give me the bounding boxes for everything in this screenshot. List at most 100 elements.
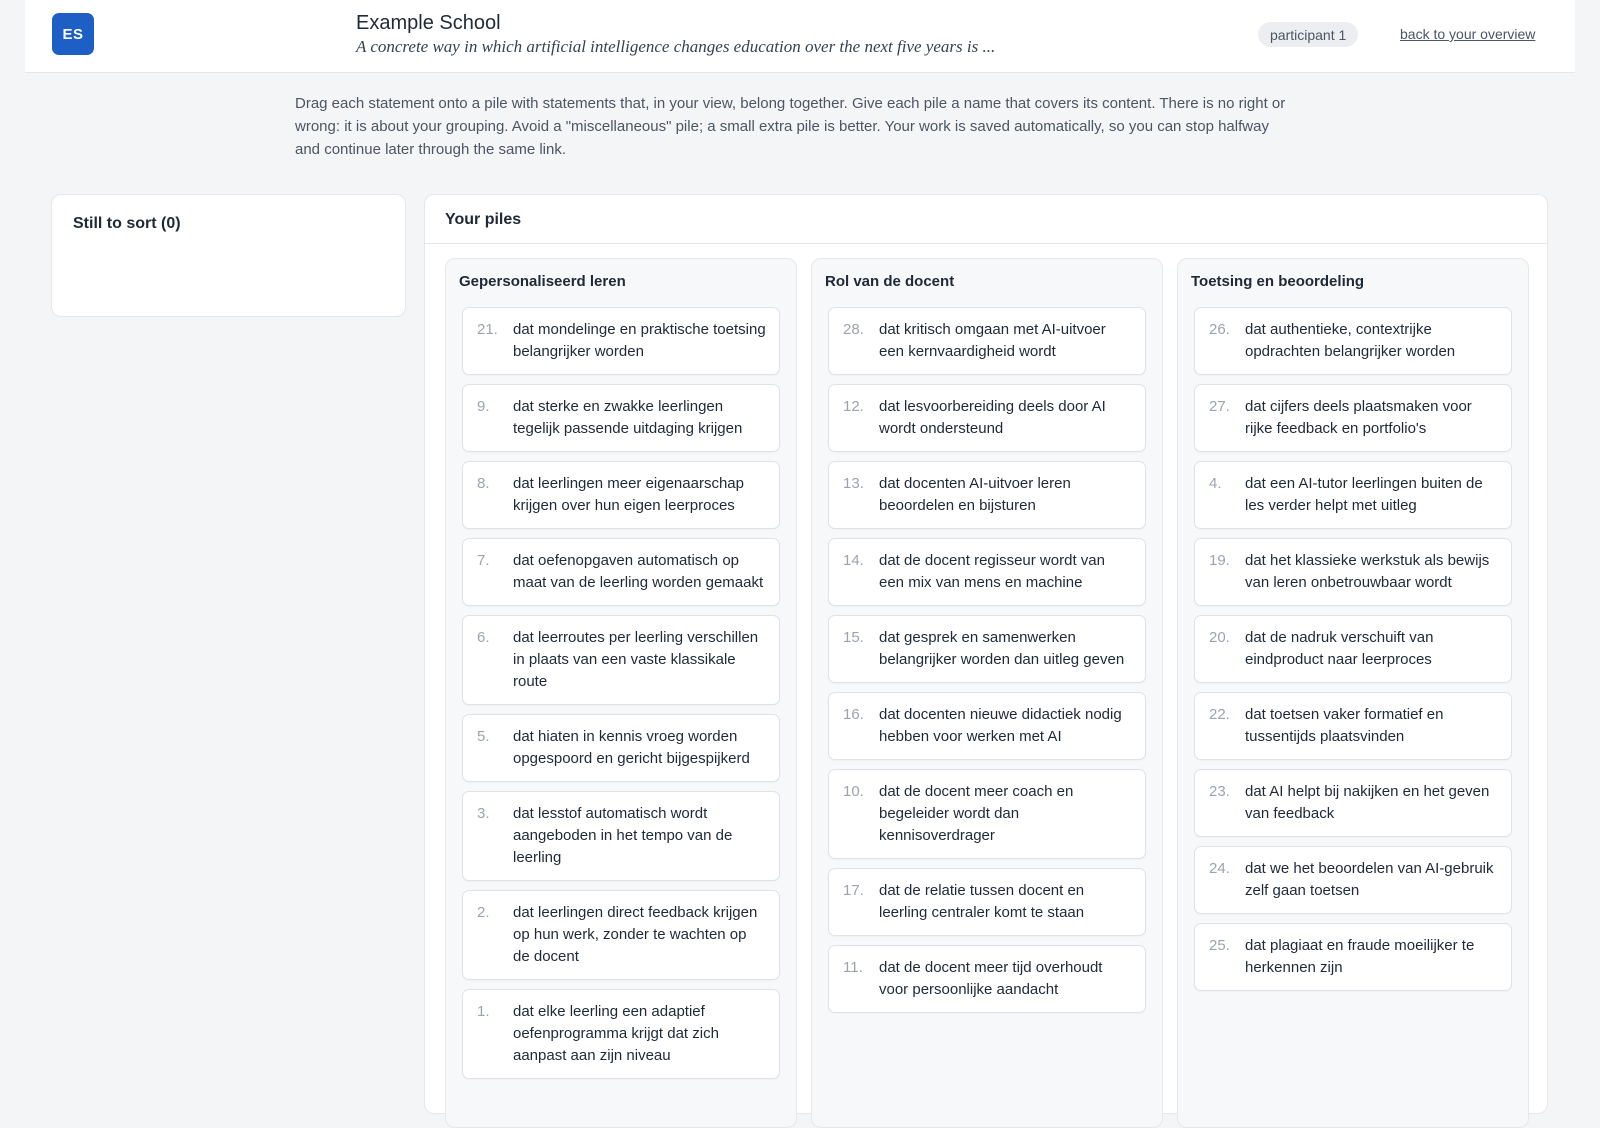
statement-text: dat een AI-tutor leerlingen buiten de le… — [1245, 475, 1483, 514]
statement-text: dat leerroutes per leerling verschillen … — [513, 629, 759, 690]
pile-name[interactable]: Rol van de docent — [825, 273, 954, 290]
statement-text: dat oefenopgaven automatisch op maat van… — [513, 552, 764, 591]
statement-text: dat mondelinge en praktische toetsing be… — [513, 321, 766, 360]
statement-text: dat gesprek en samenwerken belangrijker … — [879, 629, 1125, 668]
statement-card[interactable]: 7. dat oefenopgaven automatisch op maat v… — [462, 538, 780, 606]
statement-number: 23. — [1209, 783, 1230, 800]
statement-card[interactable]: 19. dat het klassieke werkstuk als bewijs… — [1194, 538, 1512, 606]
statement-card[interactable]: 3. dat lesstof automatisch wordt aangebod… — [462, 791, 780, 881]
statement-text: dat we het beoordelen van AI-gebruik zel… — [1245, 860, 1494, 899]
statement-card[interactable]: 26. dat authentieke, contextrijke opdrach… — [1194, 307, 1512, 375]
statement-text: dat toetsen vaker formatief en tussentij… — [1245, 706, 1444, 745]
statement-text: dat leerlingen direct feedback krijgen o… — [513, 904, 758, 965]
statement-number: 17. — [843, 882, 864, 899]
statement-number: 19. — [1209, 552, 1230, 569]
statement-text: dat lesvoorbereiding deels door AI wordt… — [879, 398, 1106, 437]
statement-number: 26. — [1209, 321, 1230, 338]
school-logo: ES — [52, 13, 94, 55]
pile-name[interactable]: Gepersonaliseerd leren — [459, 273, 626, 290]
statement-text: dat AI helpt bij nakijken en het geven v… — [1245, 783, 1490, 822]
statement-text: dat plagiaat en fraude moeilijker te her… — [1245, 937, 1475, 976]
statement-number: 4. — [1209, 475, 1222, 492]
statement-text: dat hiaten in kennis vroeg worden opgesp… — [513, 728, 750, 767]
piles-divider — [425, 243, 1547, 244]
statement-text: dat de docent regisseur wordt van een mi… — [879, 552, 1105, 591]
statement-number: 15. — [843, 629, 864, 646]
statement-text: dat de relatie tussen docent en leerling… — [879, 882, 1085, 921]
statement-text: dat docenten nieuwe didactiek nodig hebb… — [879, 706, 1122, 745]
statement-card[interactable]: 5. dat hiaten in kennis vroeg worden opge… — [462, 714, 780, 782]
statement-card[interactable]: 14. dat de docent regisseur wordt van een… — [828, 538, 1146, 606]
statement-card[interactable]: 28. dat kritisch omgaan met AI-uitvoer ee… — [828, 307, 1146, 375]
statement-text: dat de docent meer tijd overhoudt voor p… — [879, 959, 1103, 998]
statement-number: 28. — [843, 321, 864, 338]
statement-card[interactable]: 16. dat docenten nieuwe didactiek nodig h… — [828, 692, 1146, 760]
pile-name[interactable]: Toetsing en beoordeling — [1191, 273, 1364, 290]
pile[interactable]: Toetsing en beoordeling 26. dat authentie… — [1177, 258, 1529, 1128]
statement-number: 6. — [477, 629, 490, 646]
statement-text: dat authentieke, contextrijke opdrachten… — [1245, 321, 1456, 360]
statement-text: dat het klassieke werkstuk als bewijs va… — [1245, 552, 1490, 591]
unsorted-title: Still to sort (0) — [73, 215, 181, 232]
statement-number: 3. — [477, 805, 490, 822]
statement-text: dat de nadruk verschuift van eindproduct… — [1245, 629, 1434, 668]
school-name: Example School — [356, 12, 501, 34]
statement-card[interactable]: 13. dat docenten AI-uitvoer leren beoorde… — [828, 461, 1146, 529]
statement-number: 1. — [477, 1003, 490, 1020]
statement-card[interactable]: 15. dat gesprek en samenwerken belangrijk… — [828, 615, 1146, 683]
statement-number: 14. — [843, 552, 864, 569]
statement-number: 13. — [843, 475, 864, 492]
statement-number: 24. — [1209, 860, 1230, 877]
statement-text: dat cijfers deels plaatsmaken voor rijke… — [1245, 398, 1472, 437]
statement-card[interactable]: 23. dat AI helpt bij nakijken en het geve… — [1194, 769, 1512, 837]
statement-text: dat lesstof automatisch wordt aangeboden… — [513, 805, 733, 866]
card-list: 21. dat mondelinge en praktische toetsing… — [462, 307, 780, 1079]
statement-card[interactable]: 11. dat de docent meer tijd overhoudt voo… — [828, 945, 1146, 1013]
statement-number: 9. — [477, 398, 490, 415]
statement-text: dat leerlingen meer eigenaarschap krijge… — [513, 475, 744, 514]
statement-number: 21. — [477, 321, 498, 338]
statement-text: dat elke leerling een adaptief oefenprog… — [513, 1003, 719, 1064]
statement-number: 22. — [1209, 706, 1230, 723]
statement-card[interactable]: 27. dat cijfers deels plaatsmaken voor ri… — [1194, 384, 1512, 452]
card-list: 26. dat authentieke, contextrijke opdrach… — [1194, 307, 1512, 991]
statement-text: dat sterke en zwakke leerlingen tegelijk… — [513, 398, 743, 437]
statement-card[interactable]: 25. dat plagiaat en fraude moeilijker te … — [1194, 923, 1512, 991]
statement-number: 12. — [843, 398, 864, 415]
statement-card[interactable]: 24. dat we het beoordelen van AI-gebruik … — [1194, 846, 1512, 914]
statement-number: 8. — [477, 475, 490, 492]
statement-number: 20. — [1209, 629, 1230, 646]
back-to-overview-link[interactable]: back to your overview — [1400, 26, 1535, 42]
statement-card[interactable]: 20. dat de nadruk verschuift van eindprod… — [1194, 615, 1512, 683]
piles-panel: Your piles Gepersonaliseerd leren 21. dat… — [424, 194, 1548, 1128]
statement-card[interactable]: 6. dat leerroutes per leerling verschille… — [462, 615, 780, 705]
statement-number: 25. — [1209, 937, 1230, 954]
statement-text: dat docenten AI-uitvoer leren beoordelen… — [879, 475, 1071, 514]
statement-text: dat de docent meer coach en begeleider w… — [879, 783, 1074, 844]
pile[interactable]: Rol van de docent 28. dat kritisch omgaan… — [811, 258, 1163, 1128]
statement-card[interactable]: 8. dat leerlingen meer eigenaarschap krij… — [462, 461, 780, 529]
statement-card[interactable]: 9. dat sterke en zwakke leerlingen tegeli… — [462, 384, 780, 452]
instructions-text: Drag each statement onto a pile with sta… — [295, 95, 1286, 158]
pile[interactable]: Gepersonaliseerd leren 21. dat mondelinge… — [445, 258, 797, 1128]
statement-card[interactable]: 10. dat de docent meer coach en begeleide… — [828, 769, 1146, 859]
statement-card[interactable]: 17. dat de relatie tussen docent en leerl… — [828, 868, 1146, 936]
statement-card[interactable]: 1. dat elke leerling een adaptief oefenpr… — [462, 989, 780, 1079]
statement-number: 5. — [477, 728, 490, 745]
statement-text: dat kritisch omgaan met AI-uitvoer een k… — [879, 321, 1106, 360]
statement-number: 2. — [477, 904, 490, 921]
piles-title: Your piles — [445, 211, 522, 228]
statement-card[interactable]: 22. dat toetsen vaker formatief en tussen… — [1194, 692, 1512, 760]
unsorted-panel[interactable]: Still to sort (0) — [51, 194, 406, 317]
statement-number: 10. — [843, 783, 864, 800]
statement-number: 11. — [843, 959, 863, 976]
card-list: 28. dat kritisch omgaan met AI-uitvoer ee… — [828, 307, 1146, 1013]
statement-card[interactable]: 21. dat mondelinge en praktische toetsing… — [462, 307, 780, 375]
study-prompt: A concrete way in which artificial intel… — [356, 37, 996, 56]
statement-card[interactable]: 12. dat lesvoorbereiding deels door AI wo… — [828, 384, 1146, 452]
statement-card[interactable]: 2. dat leerlingen direct feedback krijgen… — [462, 890, 780, 980]
statement-number: 27. — [1209, 398, 1230, 415]
statement-card[interactable]: 4. dat een AI-tutor leerlingen buiten de … — [1194, 461, 1512, 529]
participant-badge: participant 1 — [1258, 22, 1359, 47]
top-header: ES Example School A concrete way in whic… — [25, 0, 1575, 73]
